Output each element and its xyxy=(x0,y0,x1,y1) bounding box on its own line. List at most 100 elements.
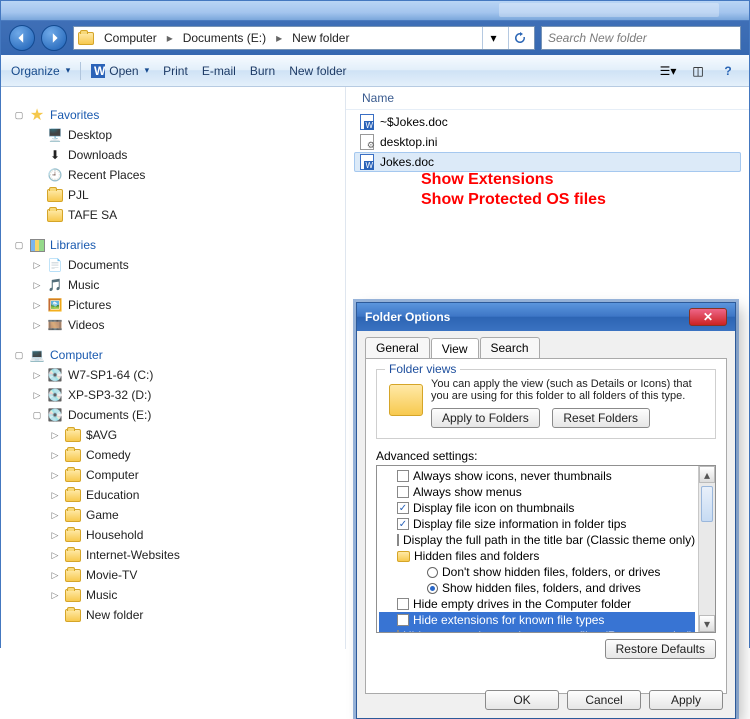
svg-text:W: W xyxy=(94,64,105,78)
opt-hide-protected-os[interactable]: Hide protected operating system files (R… xyxy=(379,628,695,633)
folder-movietv[interactable]: ▷Movie-TV xyxy=(47,565,345,585)
close-button[interactable]: ✕ xyxy=(689,308,727,326)
advanced-settings-label: Advanced settings: xyxy=(376,449,716,463)
drive-e[interactable]: ▢💽Documents (E:) xyxy=(29,405,345,425)
ok-button[interactable]: OK xyxy=(485,690,559,710)
navigation-pane[interactable]: ▢★Favorites 🖥️Desktop ⬇Downloads 🕘Recent… xyxy=(1,87,346,649)
folder-education[interactable]: ▷Education xyxy=(47,485,345,505)
print-button[interactable]: Print xyxy=(163,64,188,78)
folder-options-dialog: Folder Options ✕ General View Search Fol… xyxy=(356,302,736,719)
group-label: Folder views xyxy=(385,362,460,376)
music-icon: 🎵 xyxy=(47,277,63,293)
opt-dont-show-hidden[interactable]: Don't show hidden files, folders, or dri… xyxy=(379,564,695,580)
folder-icon xyxy=(47,187,63,203)
crumb-drive[interactable]: Documents (E:) xyxy=(179,30,270,46)
lib-pictures[interactable]: ▷🖼️Pictures xyxy=(29,295,345,315)
refresh-button[interactable] xyxy=(508,27,530,49)
drive-icon: 💽 xyxy=(47,407,63,423)
folder-avg[interactable]: ▷$AVG xyxy=(47,425,345,445)
preview-pane-button[interactable]: ◫ xyxy=(687,61,709,81)
file-row[interactable]: ~$Jokes.doc xyxy=(354,112,741,132)
command-bar: Organize WOpen Print E-mail Burn New fol… xyxy=(1,55,749,87)
back-button[interactable] xyxy=(9,25,35,51)
opt-full-path-titlebar[interactable]: Display the full path in the title bar (… xyxy=(379,532,695,548)
drive-d[interactable]: ▷💽XP-SP3-32 (D:) xyxy=(29,385,345,405)
folder-icon xyxy=(397,551,410,562)
new-folder-button[interactable]: New folder xyxy=(289,64,346,78)
opt-display-size-tips[interactable]: ✓Display file size information in folder… xyxy=(379,516,695,532)
folder-views-icon xyxy=(389,384,423,416)
open-button[interactable]: WOpen xyxy=(91,64,149,78)
address-dropdown[interactable]: ▾ xyxy=(482,27,504,49)
advanced-settings-list[interactable]: Always show icons, never thumbnails Alwa… xyxy=(376,465,716,633)
star-icon: ★ xyxy=(29,107,45,123)
fav-tafesa[interactable]: TAFE SA xyxy=(29,205,345,225)
view-options-button[interactable]: ☰▾ xyxy=(657,61,679,81)
scroll-up[interactable]: ▴ xyxy=(699,466,715,483)
opt-hidden-files-folder[interactable]: Hidden files and folders xyxy=(379,548,695,564)
libraries-icon xyxy=(29,237,45,253)
lib-music[interactable]: ▷🎵Music xyxy=(29,275,345,295)
pictures-icon: 🖼️ xyxy=(47,297,63,313)
folder-comedy[interactable]: ▷Comedy xyxy=(47,445,345,465)
opt-hide-empty-drives[interactable]: Hide empty drives in the Computer folder xyxy=(379,596,695,612)
computer-header[interactable]: ▢💻Computer xyxy=(11,345,345,365)
file-row[interactable]: Jokes.doc xyxy=(354,152,741,172)
folder-icon xyxy=(47,207,63,223)
tab-general[interactable]: General xyxy=(365,337,430,358)
fav-pjl[interactable]: PJL xyxy=(29,185,345,205)
file-row[interactable]: desktop.ini xyxy=(354,132,741,152)
crumb-folder[interactable]: New folder xyxy=(288,30,353,46)
scroll-down[interactable]: ▾ xyxy=(699,615,715,632)
favorites-header[interactable]: ▢★Favorites xyxy=(11,105,345,125)
dialog-titlebar[interactable]: Folder Options ✕ xyxy=(357,303,735,331)
folder-internet[interactable]: ▷Internet-Websites xyxy=(47,545,345,565)
drive-c[interactable]: ▷💽W7-SP1-64 (C:) xyxy=(29,365,345,385)
search-input[interactable]: Search New folder xyxy=(541,26,741,50)
lib-videos[interactable]: ▷🎞️Videos xyxy=(29,315,345,335)
opt-hide-extensions[interactable]: Hide extensions for known file types xyxy=(379,612,695,628)
folder-household[interactable]: ▷Household xyxy=(47,525,345,545)
apply-to-folders-button[interactable]: Apply to Folders xyxy=(431,408,540,428)
documents-icon: 📄 xyxy=(47,257,63,273)
word-doc-icon xyxy=(360,154,374,170)
folder-newfolder[interactable]: New folder xyxy=(47,605,345,625)
opt-display-icon-thumb[interactable]: ✓Display file icon on thumbnails xyxy=(379,500,695,516)
opt-show-hidden[interactable]: Show hidden files, folders, and drives xyxy=(379,580,695,596)
address-bar: Computer▸ Documents (E:)▸ New folder ▾ S… xyxy=(1,21,749,55)
reset-folders-button[interactable]: Reset Folders xyxy=(552,408,650,428)
apply-button[interactable]: Apply xyxy=(649,690,723,710)
crumb-root[interactable]: Computer xyxy=(100,30,161,46)
breadcrumb[interactable]: Computer▸ Documents (E:)▸ New folder ▾ xyxy=(73,26,535,50)
fav-downloads[interactable]: ⬇Downloads xyxy=(29,145,345,165)
forward-button[interactable] xyxy=(41,25,67,51)
ini-file-icon xyxy=(360,134,374,150)
email-button[interactable]: E-mail xyxy=(202,64,236,78)
folder-music[interactable]: ▷Music xyxy=(47,585,345,605)
burn-button[interactable]: Burn xyxy=(250,64,275,78)
folder-computer[interactable]: ▷Computer xyxy=(47,465,345,485)
column-header-name[interactable]: Name xyxy=(346,87,749,110)
lib-documents[interactable]: ▷📄Documents xyxy=(29,255,345,275)
organize-menu[interactable]: Organize xyxy=(11,64,70,78)
cancel-button[interactable]: Cancel xyxy=(567,690,641,710)
downloads-icon: ⬇ xyxy=(47,147,63,163)
folder-views-group: Folder views You can apply the view (suc… xyxy=(376,369,716,439)
tab-search[interactable]: Search xyxy=(480,337,540,358)
drive-icon: 💽 xyxy=(47,367,63,383)
word-icon: W xyxy=(91,64,105,78)
computer-icon: 💻 xyxy=(29,347,45,363)
file-view: Name ~$Jokes.doc desktop.ini Jokes.doc S… xyxy=(346,87,749,649)
tab-view[interactable]: View xyxy=(431,338,479,359)
fav-recent[interactable]: 🕘Recent Places xyxy=(29,165,345,185)
scroll-thumb[interactable] xyxy=(701,486,713,522)
fav-desktop[interactable]: 🖥️Desktop xyxy=(29,125,345,145)
scrollbar[interactable]: ▴ ▾ xyxy=(698,466,715,632)
restore-defaults-button[interactable]: Restore Defaults xyxy=(605,639,716,659)
opt-always-icons[interactable]: Always show icons, never thumbnails xyxy=(379,468,695,484)
recent-icon: 🕘 xyxy=(47,167,63,183)
libraries-header[interactable]: ▢Libraries xyxy=(11,235,345,255)
opt-always-menus[interactable]: Always show menus xyxy=(379,484,695,500)
folder-game[interactable]: ▷Game xyxy=(47,505,345,525)
help-button[interactable]: ? xyxy=(717,61,739,81)
